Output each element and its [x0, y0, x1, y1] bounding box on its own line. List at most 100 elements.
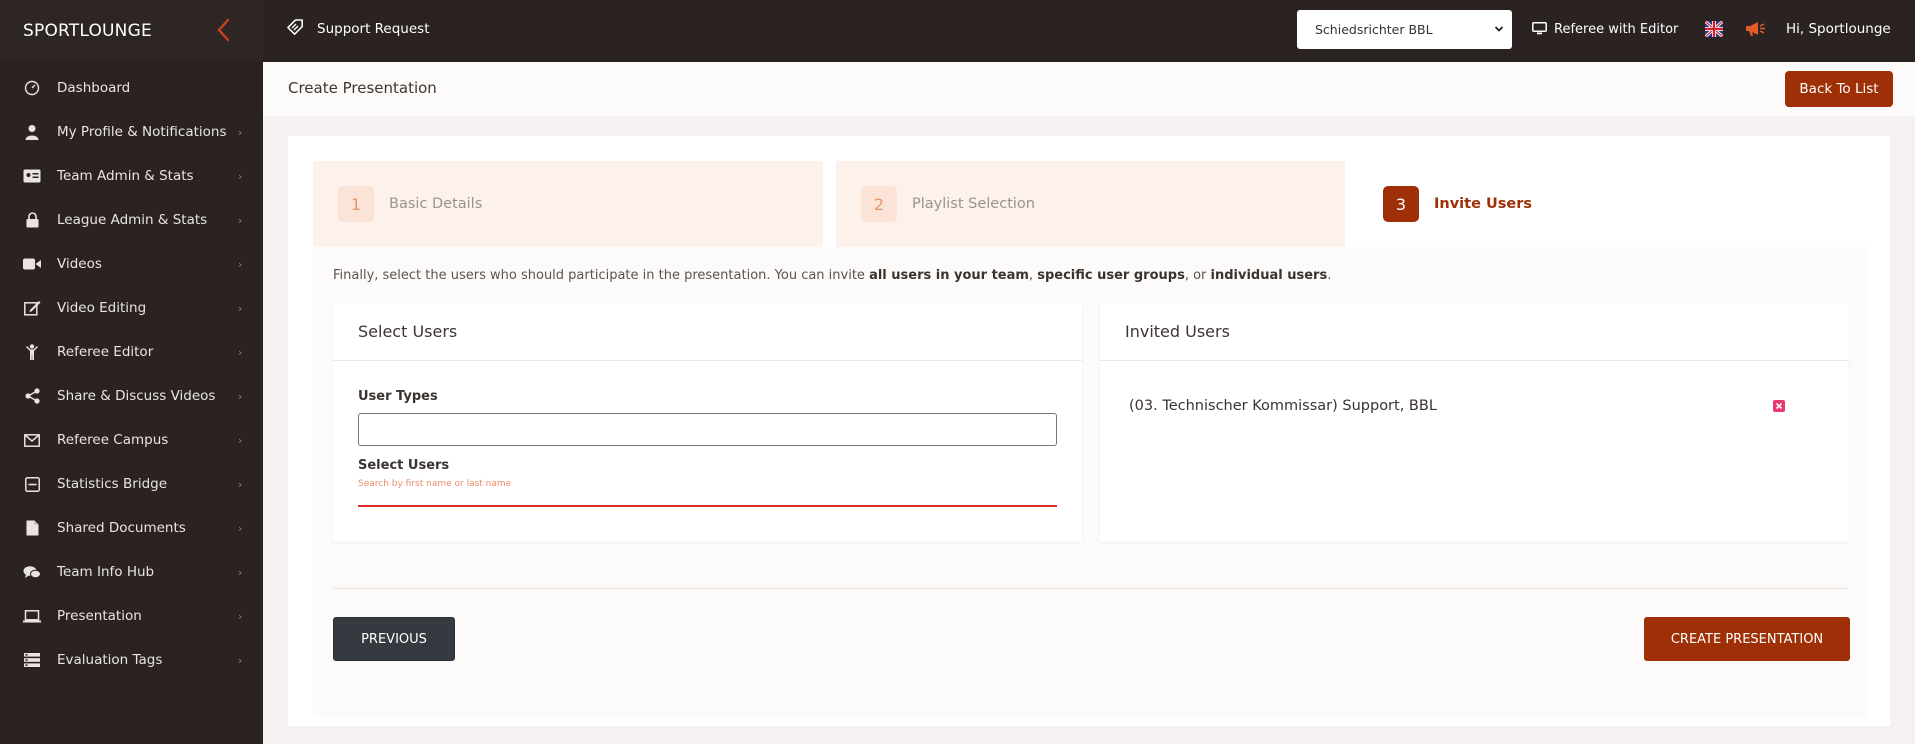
support-request-link[interactable]: Support Request — [287, 0, 430, 58]
page-title: Create Presentation — [288, 79, 437, 97]
invited-users-panel: Invited Users (03. Technischer Kommissar… — [1100, 303, 1849, 542]
lock-icon — [22, 210, 42, 230]
sidebar-item-dashboard[interactable]: Dashboard — [0, 66, 263, 110]
step-body: Finally, select the users who should par… — [313, 247, 1867, 717]
sidebar-item-label: Presentation — [57, 608, 142, 624]
step-playlist-selection[interactable]: 2 Playlist Selection — [836, 161, 1345, 247]
select-users-title: Select Users — [333, 303, 1082, 361]
chevron-right-icon: › — [238, 521, 243, 535]
chevron-right-icon: › — [238, 433, 243, 447]
chevron-right-icon: › — [238, 389, 243, 403]
sidebar-item-shared-documents[interactable]: Shared Documents › — [0, 506, 263, 550]
step-label: Invite Users — [1434, 196, 1532, 212]
divider — [333, 588, 1849, 589]
sidebar-nav: Dashboard My Profile & Notifications › T… — [0, 62, 263, 682]
intro-bold-individual: individual users — [1210, 268, 1328, 283]
sidebar-item-label: Referee Campus — [57, 432, 169, 448]
step-number: 1 — [338, 186, 374, 222]
support-request-label: Support Request — [317, 21, 430, 37]
sidebar-item-team-info-hub[interactable]: Team Info Hub › — [0, 550, 263, 594]
sidebar-item-label: Dashboard — [57, 80, 131, 96]
dashboard-gauge-icon — [22, 78, 42, 98]
laptop-icon — [22, 606, 42, 626]
user-types-label: User Types — [358, 389, 438, 404]
step-invite-users[interactable]: 3 Invite Users — [1358, 161, 1867, 247]
uk-flag-icon[interactable] — [1704, 19, 1724, 39]
document-icon — [22, 518, 42, 538]
chevron-right-icon: › — [238, 169, 243, 183]
box-minus-icon — [22, 474, 42, 494]
sidebar-item-videos[interactable]: Videos › — [0, 242, 263, 286]
chevron-right-icon: › — [238, 609, 243, 623]
step-number: 3 — [1383, 186, 1419, 222]
intro-part: , — [1028, 268, 1038, 283]
sidebar-item-label: Shared Documents — [57, 520, 186, 536]
sidebar-item-evaluation-tags[interactable]: Evaluation Tags › — [0, 638, 263, 682]
brand-logo-text: SPORTLOUNGE — [23, 21, 152, 41]
create-presentation-button[interactable]: CREATE PRESENTATION — [1644, 617, 1850, 661]
mail-icon — [22, 430, 42, 450]
chevron-right-icon: › — [238, 301, 243, 315]
sidebar-item-label: League Admin & Stats — [57, 212, 208, 228]
intro-bold-groups: specific user groups — [1037, 268, 1185, 283]
intro-text: Finally, select the users who should par… — [333, 268, 1331, 283]
sidebar-item-video-editing[interactable]: Video Editing › — [0, 286, 263, 330]
ticket-icon — [287, 19, 305, 39]
intro-part: , or — [1184, 268, 1211, 283]
topbar: Support Request Schiedsrichter BBL Refer… — [263, 0, 1915, 62]
previous-button[interactable]: PREVIOUS — [333, 617, 455, 661]
chevron-right-icon: › — [238, 257, 243, 271]
chevron-right-icon: › — [238, 345, 243, 359]
sidebar-item-share-discuss[interactable]: Share & Discuss Videos › — [0, 374, 263, 418]
select-users-label: Select Users — [358, 458, 450, 473]
chevron-right-icon: › — [238, 565, 243, 579]
referee-icon — [22, 342, 42, 362]
sidebar-item-label: Video Editing — [57, 300, 147, 316]
sidebar-item-label: My Profile & Notifications — [57, 124, 227, 140]
mode-indicator[interactable]: Referee with Editor — [1532, 0, 1678, 58]
monitor-icon — [1532, 20, 1547, 39]
remove-user-icon[interactable] — [1773, 400, 1785, 412]
share-icon — [22, 386, 42, 406]
chevron-right-icon: › — [238, 213, 243, 227]
step-basic-details[interactable]: 1 Basic Details — [313, 161, 823, 247]
step-label: Basic Details — [389, 196, 483, 212]
sidebar-item-label: Referee Editor — [57, 344, 154, 360]
chevron-right-icon: › — [238, 477, 243, 491]
sidebar-item-referee-campus[interactable]: Referee Campus › — [0, 418, 263, 462]
sidebar: SPORTLOUNGE Dashboard My Profile & Notif… — [0, 0, 263, 744]
megaphone-icon[interactable] — [1745, 21, 1767, 37]
tags-icon — [22, 650, 42, 670]
user-icon — [22, 122, 42, 142]
edit-icon — [22, 298, 42, 318]
team-select[interactable]: Schiedsrichter BBL — [1297, 10, 1512, 49]
user-types-input[interactable] — [358, 413, 1057, 446]
video-camera-icon — [22, 254, 42, 274]
sidebar-item-referee-editor[interactable]: Referee Editor › — [0, 330, 263, 374]
sidebar-item-presentation[interactable]: Presentation › — [0, 594, 263, 638]
user-greeting[interactable]: Hi, Sportlounge — [1786, 0, 1891, 58]
step-label: Playlist Selection — [912, 196, 1035, 212]
invited-user-item: (03. Technischer Kommissar) Support, BBL — [1129, 398, 1437, 414]
sidebar-item-my-profile[interactable]: My Profile & Notifications › — [0, 110, 263, 154]
sidebar-item-label: Statistics Bridge — [57, 476, 168, 492]
step-number: 2 — [861, 186, 897, 222]
wizard-card: 1 Basic Details 2 Playlist Selection 3 I… — [288, 136, 1890, 726]
page-header: Create Presentation Back To List — [263, 62, 1915, 116]
sidebar-item-league-admin[interactable]: League Admin & Stats › — [0, 198, 263, 242]
sidebar-item-statistics-bridge[interactable]: Statistics Bridge › — [0, 462, 263, 506]
sidebar-item-label: Team Admin & Stats — [57, 168, 194, 184]
intro-part: . — [1327, 268, 1332, 283]
sidebar-item-label: Evaluation Tags — [57, 652, 163, 668]
sidebar-item-label: Team Info Hub — [57, 564, 155, 580]
sidebar-item-team-admin[interactable]: Team Admin & Stats › — [0, 154, 263, 198]
select-users-panel: Select Users User Types Select Users Sea… — [333, 303, 1082, 542]
user-search-placeholder: Search by first name or last name — [358, 479, 512, 489]
chevron-right-icon: › — [238, 125, 243, 139]
sidebar-collapse-chevron-icon[interactable] — [214, 17, 234, 43]
chevron-right-icon: › — [238, 653, 243, 667]
chat-icon — [22, 562, 42, 582]
back-to-list-button[interactable]: Back To List — [1785, 71, 1893, 107]
chevron-down-icon — [1494, 22, 1504, 39]
user-search-input[interactable]: Search by first name or last name — [358, 477, 1057, 507]
